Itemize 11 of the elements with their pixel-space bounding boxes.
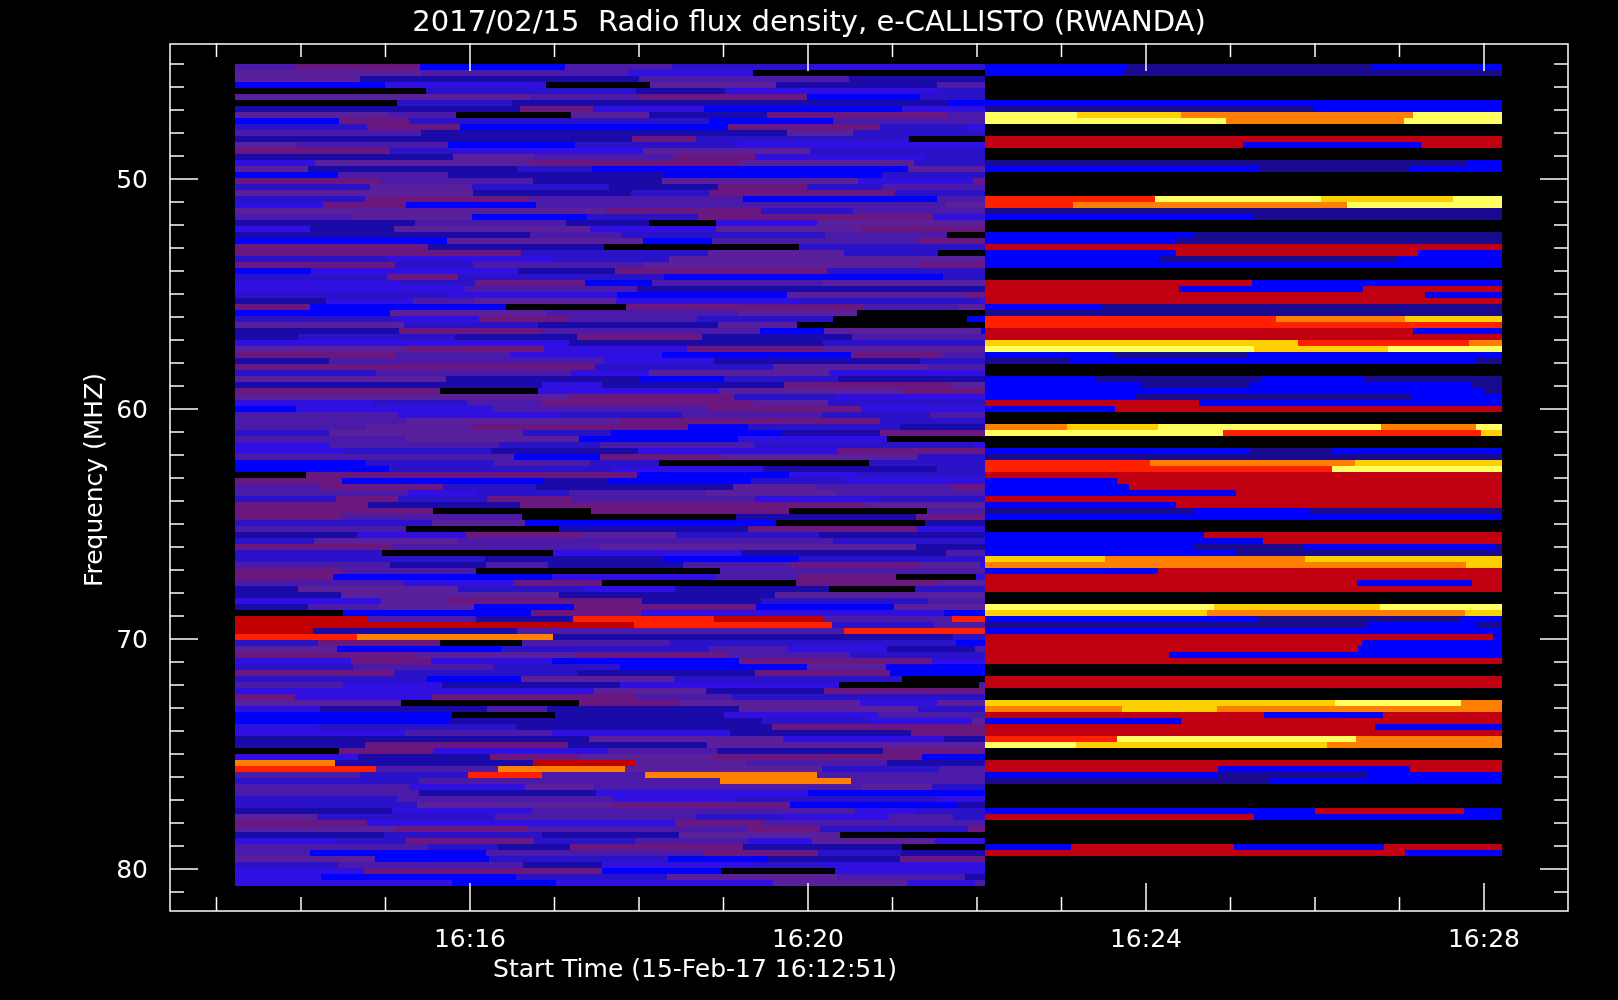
tick-label: 16:28: [1448, 924, 1520, 953]
tick-label: 16:16: [434, 924, 506, 953]
tick-label: 80: [116, 855, 148, 884]
tick-label: 60: [116, 395, 148, 424]
tick-label: 16:20: [772, 924, 844, 953]
plot-title: 2017/02/15 Radio flux density, e-CALLISTO (RWANDA): [412, 7, 1206, 36]
tick-label: 50: [116, 165, 148, 194]
axis-label: Frequency (MHZ): [79, 372, 108, 588]
tick-label: 16:24: [1110, 924, 1182, 953]
tick-label: 70: [116, 625, 148, 654]
axis-label: Start Time (15-Feb-17 16:12:51): [493, 954, 897, 983]
